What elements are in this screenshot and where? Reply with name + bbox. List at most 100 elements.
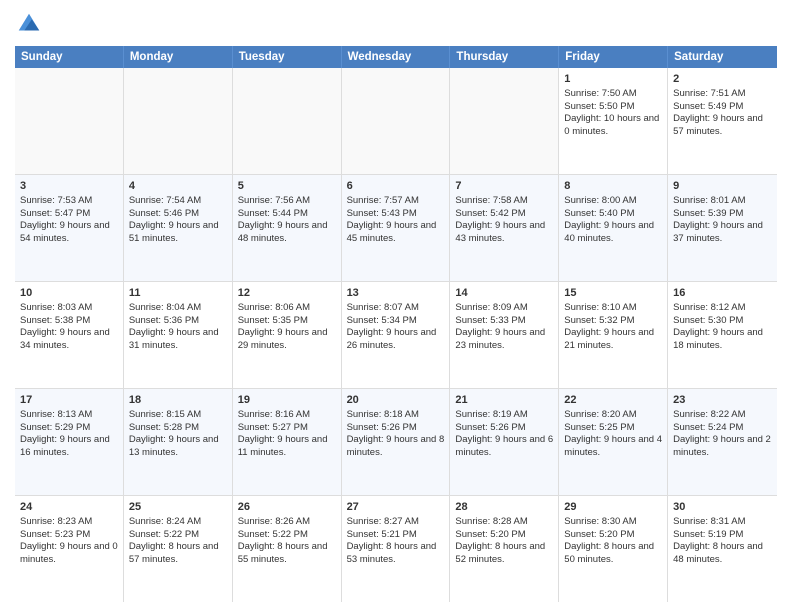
day-info: Sunrise: 8:09 AM Sunset: 5:33 PM Dayligh… — [455, 302, 545, 351]
cal-cell: 14Sunrise: 8:09 AM Sunset: 5:33 PM Dayli… — [450, 282, 559, 388]
day-info: Sunrise: 8:06 AM Sunset: 5:35 PM Dayligh… — [238, 302, 328, 351]
day-info: Sunrise: 7:58 AM Sunset: 5:42 PM Dayligh… — [455, 195, 545, 244]
day-number: 27 — [347, 500, 445, 515]
day-header-monday: Monday — [124, 46, 233, 68]
header — [15, 10, 777, 38]
day-number: 22 — [564, 393, 662, 408]
calendar-row-1: 1Sunrise: 7:50 AM Sunset: 5:50 PM Daylig… — [15, 68, 777, 175]
cal-cell: 29Sunrise: 8:30 AM Sunset: 5:20 PM Dayli… — [559, 496, 668, 602]
day-number: 17 — [20, 393, 118, 408]
calendar: SundayMondayTuesdayWednesdayThursdayFrid… — [15, 46, 777, 602]
cal-cell: 28Sunrise: 8:28 AM Sunset: 5:20 PM Dayli… — [450, 496, 559, 602]
calendar-header: SundayMondayTuesdayWednesdayThursdayFrid… — [15, 46, 777, 68]
day-number: 15 — [564, 286, 662, 301]
day-info: Sunrise: 7:51 AM Sunset: 5:49 PM Dayligh… — [673, 88, 763, 137]
day-info: Sunrise: 8:12 AM Sunset: 5:30 PM Dayligh… — [673, 302, 763, 351]
cal-cell — [124, 68, 233, 174]
cal-cell — [233, 68, 342, 174]
day-info: Sunrise: 8:07 AM Sunset: 5:34 PM Dayligh… — [347, 302, 437, 351]
day-info: Sunrise: 7:56 AM Sunset: 5:44 PM Dayligh… — [238, 195, 328, 244]
day-number: 3 — [20, 179, 118, 194]
day-number: 13 — [347, 286, 445, 301]
day-info: Sunrise: 8:01 AM Sunset: 5:39 PM Dayligh… — [673, 195, 763, 244]
day-info: Sunrise: 8:10 AM Sunset: 5:32 PM Dayligh… — [564, 302, 654, 351]
cal-cell: 19Sunrise: 8:16 AM Sunset: 5:27 PM Dayli… — [233, 389, 342, 495]
cal-cell: 18Sunrise: 8:15 AM Sunset: 5:28 PM Dayli… — [124, 389, 233, 495]
day-number: 2 — [673, 72, 772, 87]
day-info: Sunrise: 8:04 AM Sunset: 5:36 PM Dayligh… — [129, 302, 219, 351]
cal-cell: 15Sunrise: 8:10 AM Sunset: 5:32 PM Dayli… — [559, 282, 668, 388]
cal-cell: 30Sunrise: 8:31 AM Sunset: 5:19 PM Dayli… — [668, 496, 777, 602]
day-number: 18 — [129, 393, 227, 408]
cal-cell: 17Sunrise: 8:13 AM Sunset: 5:29 PM Dayli… — [15, 389, 124, 495]
day-number: 8 — [564, 179, 662, 194]
cal-cell: 5Sunrise: 7:56 AM Sunset: 5:44 PM Daylig… — [233, 175, 342, 281]
day-info: Sunrise: 8:20 AM Sunset: 5:25 PM Dayligh… — [564, 409, 662, 458]
day-number: 20 — [347, 393, 445, 408]
cal-cell: 24Sunrise: 8:23 AM Sunset: 5:23 PM Dayli… — [15, 496, 124, 602]
calendar-row-5: 24Sunrise: 8:23 AM Sunset: 5:23 PM Dayli… — [15, 496, 777, 602]
cal-cell — [15, 68, 124, 174]
day-number: 24 — [20, 500, 118, 515]
day-number: 4 — [129, 179, 227, 194]
day-number: 25 — [129, 500, 227, 515]
day-info: Sunrise: 8:03 AM Sunset: 5:38 PM Dayligh… — [20, 302, 110, 351]
day-info: Sunrise: 8:19 AM Sunset: 5:26 PM Dayligh… — [455, 409, 553, 458]
cal-cell: 23Sunrise: 8:22 AM Sunset: 5:24 PM Dayli… — [668, 389, 777, 495]
day-number: 11 — [129, 286, 227, 301]
day-info: Sunrise: 7:54 AM Sunset: 5:46 PM Dayligh… — [129, 195, 219, 244]
day-number: 29 — [564, 500, 662, 515]
day-number: 10 — [20, 286, 118, 301]
cal-cell: 20Sunrise: 8:18 AM Sunset: 5:26 PM Dayli… — [342, 389, 451, 495]
day-info: Sunrise: 8:13 AM Sunset: 5:29 PM Dayligh… — [20, 409, 110, 458]
cal-cell — [342, 68, 451, 174]
logo — [15, 10, 47, 38]
cal-cell: 10Sunrise: 8:03 AM Sunset: 5:38 PM Dayli… — [15, 282, 124, 388]
cal-cell: 21Sunrise: 8:19 AM Sunset: 5:26 PM Dayli… — [450, 389, 559, 495]
cal-cell: 12Sunrise: 8:06 AM Sunset: 5:35 PM Dayli… — [233, 282, 342, 388]
day-info: Sunrise: 7:50 AM Sunset: 5:50 PM Dayligh… — [564, 88, 659, 137]
day-header-wednesday: Wednesday — [342, 46, 451, 68]
day-info: Sunrise: 8:24 AM Sunset: 5:22 PM Dayligh… — [129, 516, 219, 565]
cal-cell: 6Sunrise: 7:57 AM Sunset: 5:43 PM Daylig… — [342, 175, 451, 281]
calendar-row-2: 3Sunrise: 7:53 AM Sunset: 5:47 PM Daylig… — [15, 175, 777, 282]
day-number: 16 — [673, 286, 772, 301]
day-number: 26 — [238, 500, 336, 515]
day-number: 9 — [673, 179, 772, 194]
day-number: 23 — [673, 393, 772, 408]
cal-cell — [450, 68, 559, 174]
cal-cell: 13Sunrise: 8:07 AM Sunset: 5:34 PM Dayli… — [342, 282, 451, 388]
calendar-row-4: 17Sunrise: 8:13 AM Sunset: 5:29 PM Dayli… — [15, 389, 777, 496]
day-number: 7 — [455, 179, 553, 194]
day-number: 12 — [238, 286, 336, 301]
cal-cell: 1Sunrise: 7:50 AM Sunset: 5:50 PM Daylig… — [559, 68, 668, 174]
day-number: 28 — [455, 500, 553, 515]
day-header-sunday: Sunday — [15, 46, 124, 68]
day-info: Sunrise: 8:23 AM Sunset: 5:23 PM Dayligh… — [20, 516, 118, 565]
day-header-saturday: Saturday — [668, 46, 777, 68]
cal-cell: 25Sunrise: 8:24 AM Sunset: 5:22 PM Dayli… — [124, 496, 233, 602]
day-info: Sunrise: 8:16 AM Sunset: 5:27 PM Dayligh… — [238, 409, 328, 458]
day-number: 1 — [564, 72, 662, 87]
cal-cell: 22Sunrise: 8:20 AM Sunset: 5:25 PM Dayli… — [559, 389, 668, 495]
day-info: Sunrise: 8:18 AM Sunset: 5:26 PM Dayligh… — [347, 409, 445, 458]
calendar-body: 1Sunrise: 7:50 AM Sunset: 5:50 PM Daylig… — [15, 68, 777, 602]
day-number: 30 — [673, 500, 772, 515]
day-info: Sunrise: 8:31 AM Sunset: 5:19 PM Dayligh… — [673, 516, 763, 565]
day-info: Sunrise: 8:27 AM Sunset: 5:21 PM Dayligh… — [347, 516, 437, 565]
page: SundayMondayTuesdayWednesdayThursdayFrid… — [0, 0, 792, 612]
cal-cell: 9Sunrise: 8:01 AM Sunset: 5:39 PM Daylig… — [668, 175, 777, 281]
cal-cell: 27Sunrise: 8:27 AM Sunset: 5:21 PM Dayli… — [342, 496, 451, 602]
day-info: Sunrise: 8:15 AM Sunset: 5:28 PM Dayligh… — [129, 409, 219, 458]
cal-cell: 11Sunrise: 8:04 AM Sunset: 5:36 PM Dayli… — [124, 282, 233, 388]
day-info: Sunrise: 8:26 AM Sunset: 5:22 PM Dayligh… — [238, 516, 328, 565]
day-info: Sunrise: 8:30 AM Sunset: 5:20 PM Dayligh… — [564, 516, 654, 565]
day-number: 19 — [238, 393, 336, 408]
day-number: 21 — [455, 393, 553, 408]
cal-cell: 7Sunrise: 7:58 AM Sunset: 5:42 PM Daylig… — [450, 175, 559, 281]
day-info: Sunrise: 7:57 AM Sunset: 5:43 PM Dayligh… — [347, 195, 437, 244]
day-number: 6 — [347, 179, 445, 194]
day-number: 5 — [238, 179, 336, 194]
cal-cell: 2Sunrise: 7:51 AM Sunset: 5:49 PM Daylig… — [668, 68, 777, 174]
day-info: Sunrise: 7:53 AM Sunset: 5:47 PM Dayligh… — [20, 195, 110, 244]
